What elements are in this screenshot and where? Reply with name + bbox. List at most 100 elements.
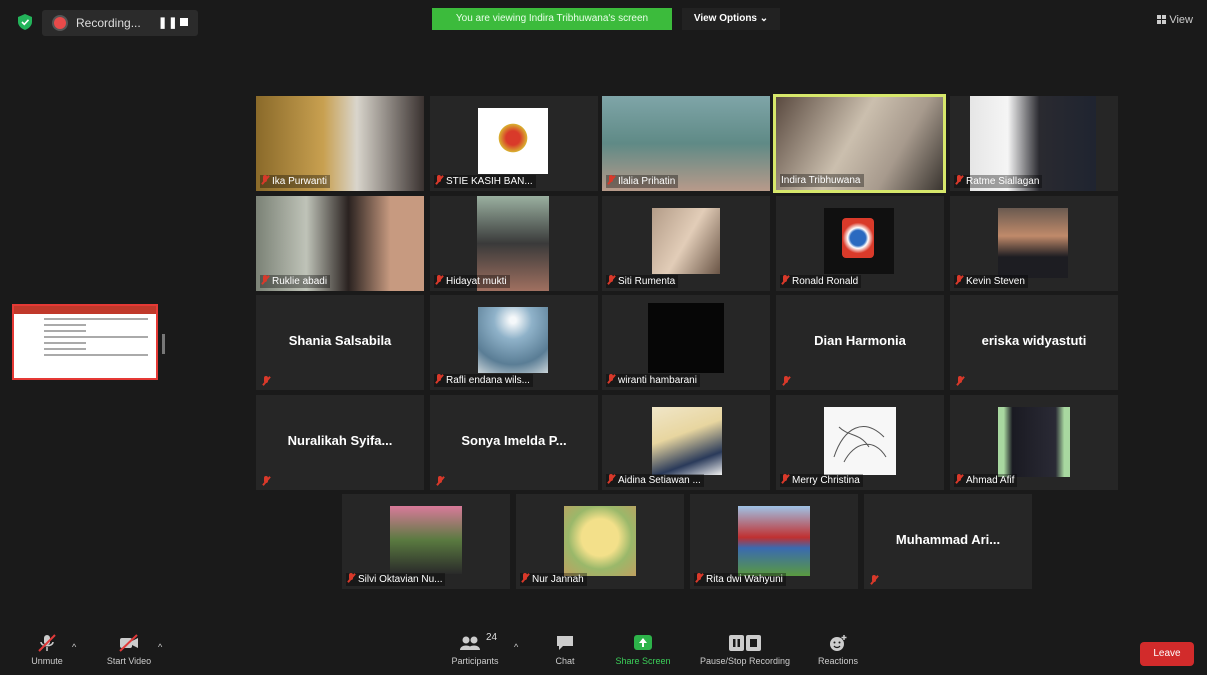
muted-mic-icon bbox=[436, 476, 444, 486]
video-off-icon bbox=[119, 634, 138, 652]
participant-tile[interactable]: Ahmad Afif bbox=[950, 395, 1118, 490]
participant-tile[interactable]: Ruklie abadi bbox=[256, 196, 424, 291]
meeting-toolbar: Unmute ^ Start Video ^ 24 Participants ^… bbox=[0, 628, 1207, 675]
participant-name: Ronald Ronald bbox=[780, 275, 862, 288]
pause-stop-recording-icon bbox=[729, 635, 761, 651]
participants-button[interactable]: 24 Participants bbox=[440, 628, 510, 666]
participant-tile[interactable]: Kevin Steven bbox=[950, 196, 1118, 291]
reactions-label: Reactions bbox=[817, 656, 859, 666]
muted-microphone-icon bbox=[38, 634, 56, 652]
participant-video bbox=[998, 208, 1068, 278]
muted-mic-icon bbox=[695, 573, 703, 583]
unmute-button[interactable]: Unmute bbox=[22, 628, 72, 666]
participant-tile[interactable]: eriska widyastuti bbox=[950, 295, 1118, 390]
participant-tile[interactable]: Rita dwi Wahyuni bbox=[690, 494, 858, 589]
participant-tile[interactable]: Siti Rumenta bbox=[602, 196, 770, 291]
view-label: View bbox=[1169, 14, 1193, 26]
participant-video bbox=[998, 407, 1070, 477]
share-screen-label: Share Screen bbox=[615, 656, 671, 666]
document-line bbox=[44, 324, 86, 326]
muted-mic-icon bbox=[435, 275, 443, 285]
muted-mic-icon bbox=[435, 374, 443, 384]
share-screen-button[interactable]: Share Screen bbox=[608, 628, 678, 666]
recording-dot-icon bbox=[54, 17, 66, 29]
participant-name: Silvi Oktavian Nu... bbox=[346, 573, 446, 586]
participant-name: Rita dwi Wahyuni bbox=[694, 573, 786, 586]
participant-name: Rafli endana wils... bbox=[434, 374, 533, 387]
participant-logo bbox=[478, 108, 548, 174]
muted-mic-icon bbox=[607, 175, 615, 185]
view-options-button[interactable]: View Options ⌄ bbox=[682, 8, 780, 30]
participant-name: Siti Rumenta bbox=[606, 275, 679, 288]
participant-video bbox=[648, 303, 724, 373]
start-video-button[interactable]: Start Video bbox=[100, 628, 158, 666]
reactions-button[interactable]: Reactions bbox=[810, 628, 866, 666]
participant-tile[interactable]: Shania Salsabila bbox=[256, 295, 424, 390]
document-line bbox=[44, 342, 86, 344]
chat-button[interactable]: Chat bbox=[545, 628, 585, 666]
participant-tile[interactable]: Ika Purwanti bbox=[256, 96, 424, 191]
recording-indicator: Recording... ❚❚ bbox=[42, 10, 198, 36]
participant-name: Ika Purwanti bbox=[260, 175, 331, 188]
participant-tile[interactable]: Hidayat mukti bbox=[430, 196, 598, 291]
pause-stop-recording-button[interactable]: Pause/Stop Recording bbox=[690, 628, 800, 666]
document-ribbon bbox=[14, 306, 156, 314]
muted-mic-icon bbox=[261, 175, 269, 185]
muted-mic-icon bbox=[782, 376, 790, 386]
document-line bbox=[44, 348, 86, 350]
participant-tile[interactable]: Ronald Ronald bbox=[776, 196, 944, 291]
participant-video bbox=[390, 506, 462, 574]
chat-label: Chat bbox=[555, 656, 575, 666]
muted-mic-icon bbox=[955, 175, 963, 185]
participant-name: Merry Christina bbox=[780, 474, 863, 487]
participant-tile[interactable]: Sonya Imelda P... bbox=[430, 395, 598, 490]
viewing-screen-banner: You are viewing Indira Tribhuwana's scre… bbox=[432, 8, 672, 30]
participant-tile[interactable]: STIE KASIH BAN... bbox=[430, 96, 598, 191]
muted-mic-icon bbox=[607, 374, 615, 384]
reactions-icon bbox=[830, 635, 847, 651]
document-line bbox=[44, 336, 148, 338]
participant-name: Ruklie abadi bbox=[260, 275, 331, 288]
participant-tile[interactable]: Muhammad Ari... bbox=[864, 494, 1032, 589]
participant-tile[interactable]: Nuralikah Syifa... bbox=[256, 395, 424, 490]
stop-recording-icon[interactable] bbox=[180, 18, 188, 26]
participant-tile[interactable]: Ilalia Prihatin bbox=[602, 96, 770, 191]
document-line bbox=[44, 354, 148, 356]
participant-count: 24 bbox=[486, 632, 498, 643]
participant-tile-active-speaker[interactable]: Indira Tribhuwana bbox=[773, 94, 946, 193]
muted-mic-icon bbox=[955, 275, 963, 285]
muted-mic-icon bbox=[521, 573, 529, 583]
participants-options-caret[interactable]: ^ bbox=[514, 642, 518, 652]
participant-tile[interactable]: Nur Jannah bbox=[516, 494, 684, 589]
view-button[interactable]: View bbox=[1157, 14, 1193, 26]
muted-mic-icon bbox=[435, 175, 443, 185]
participant-tile[interactable]: Ratme Siallagan bbox=[950, 96, 1118, 191]
leave-button[interactable]: Leave bbox=[1140, 642, 1194, 666]
participant-video bbox=[824, 407, 896, 475]
participant-video bbox=[652, 407, 722, 475]
muted-mic-icon bbox=[607, 474, 615, 484]
participant-tile[interactable]: Dian Harmonia bbox=[776, 295, 944, 390]
participant-tile[interactable]: Aidina Setiawan ... bbox=[602, 395, 770, 490]
participant-name: Indira Tribhuwana bbox=[780, 174, 864, 187]
participant-tile[interactable]: Merry Christina bbox=[776, 395, 944, 490]
video-options-caret[interactable]: ^ bbox=[158, 642, 162, 652]
muted-mic-icon bbox=[607, 275, 615, 285]
participant-name: Hidayat mukti bbox=[434, 275, 510, 288]
participant-video bbox=[564, 506, 636, 576]
shield-icon[interactable] bbox=[18, 14, 32, 30]
muted-mic-icon bbox=[781, 474, 789, 484]
audio-options-caret[interactable]: ^ bbox=[72, 642, 76, 652]
participant-tile[interactable]: Silvi Oktavian Nu... bbox=[342, 494, 510, 589]
shared-screen-thumbnail[interactable] bbox=[12, 304, 158, 380]
participant-tile[interactable]: wiranti hambarani bbox=[602, 295, 770, 390]
muted-mic-icon bbox=[870, 575, 878, 585]
participant-tile[interactable]: Rafli endana wils... bbox=[430, 295, 598, 390]
pause-recording-icon[interactable]: ❚❚ bbox=[158, 16, 178, 29]
thumbnail-resize-handle[interactable] bbox=[162, 334, 165, 354]
participant-name-large: Muhammad Ari... bbox=[895, 532, 1001, 547]
participant-name: Ahmad Afif bbox=[954, 474, 1018, 487]
share-screen-icon bbox=[634, 635, 652, 650]
participant-video bbox=[738, 506, 810, 576]
participant-logo bbox=[824, 208, 894, 274]
